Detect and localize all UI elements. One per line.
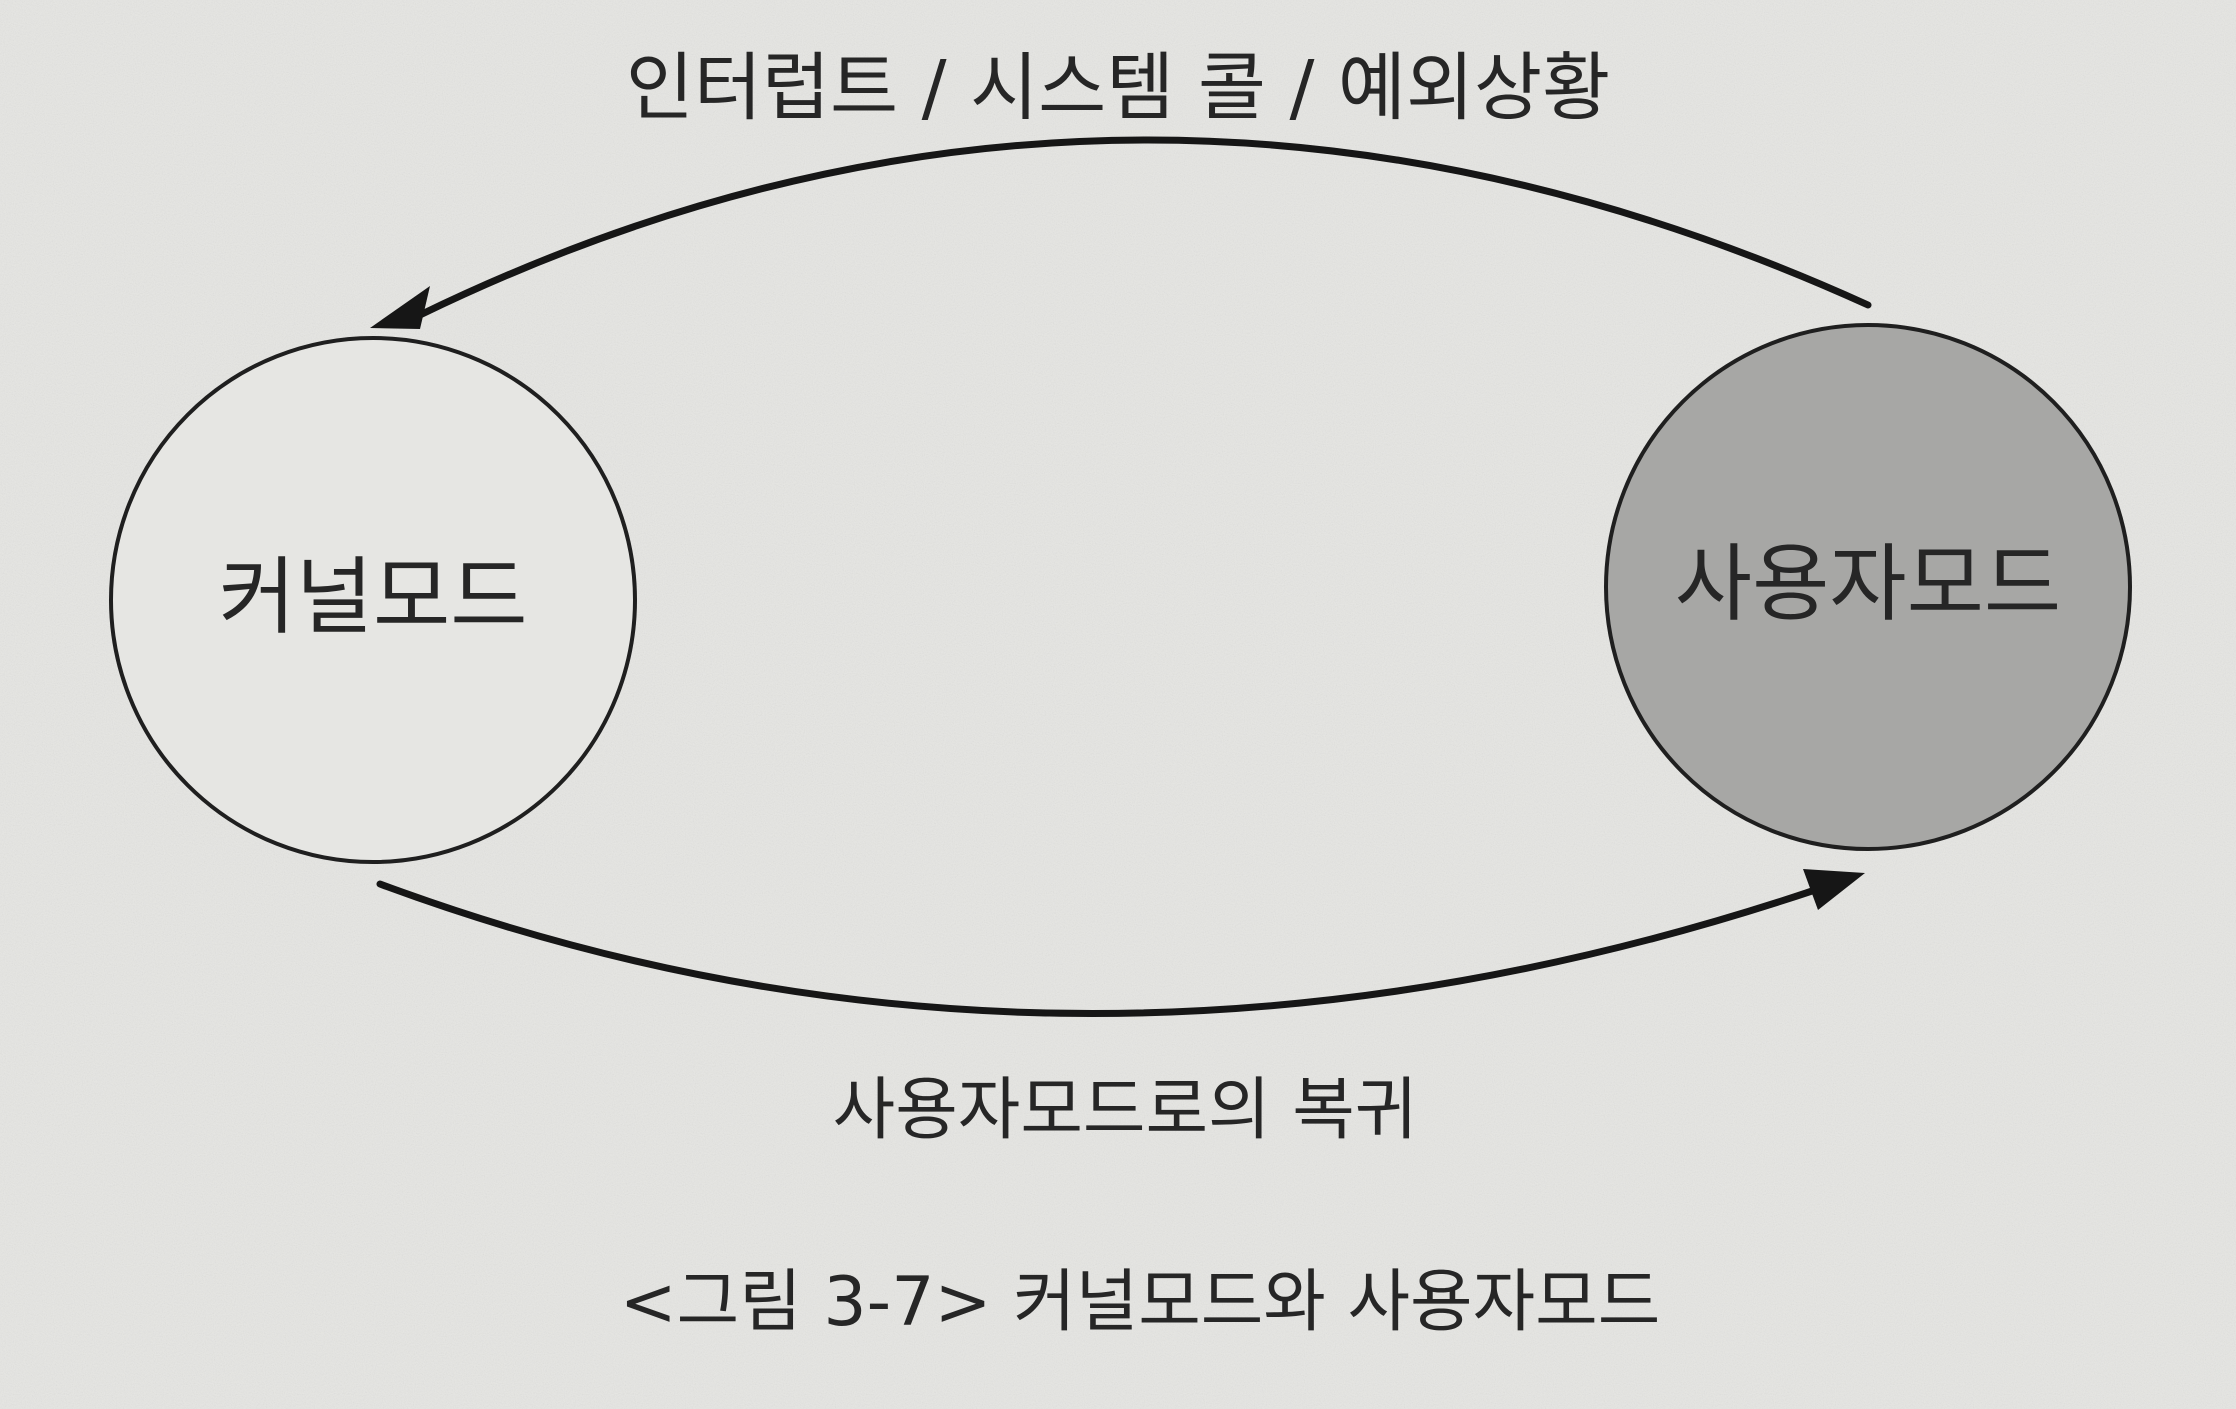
- user-mode-label: 사용자모드: [1675, 535, 2061, 633]
- kernel-mode-label: 커널모드: [218, 548, 527, 646]
- mode-transition-diagram: 인터럽트 / 시스템 콜 / 예외상황 커널모드 사용자모드 사용자모드로의 복…: [0, 0, 2236, 1409]
- top-arrow-label: 인터럽트 / 시스템 콜 / 예외상황: [626, 45, 1610, 131]
- figure-page: 인터럽트 / 시스템 콜 / 예외상황 커널모드 사용자모드 사용자모드로의 복…: [0, 0, 2236, 1409]
- figure-caption: <그림 3-7> 커널모드와 사용자모드: [620, 1263, 1661, 1342]
- bottom-arrow-label: 사용자모드로의 복귀: [833, 1071, 1418, 1150]
